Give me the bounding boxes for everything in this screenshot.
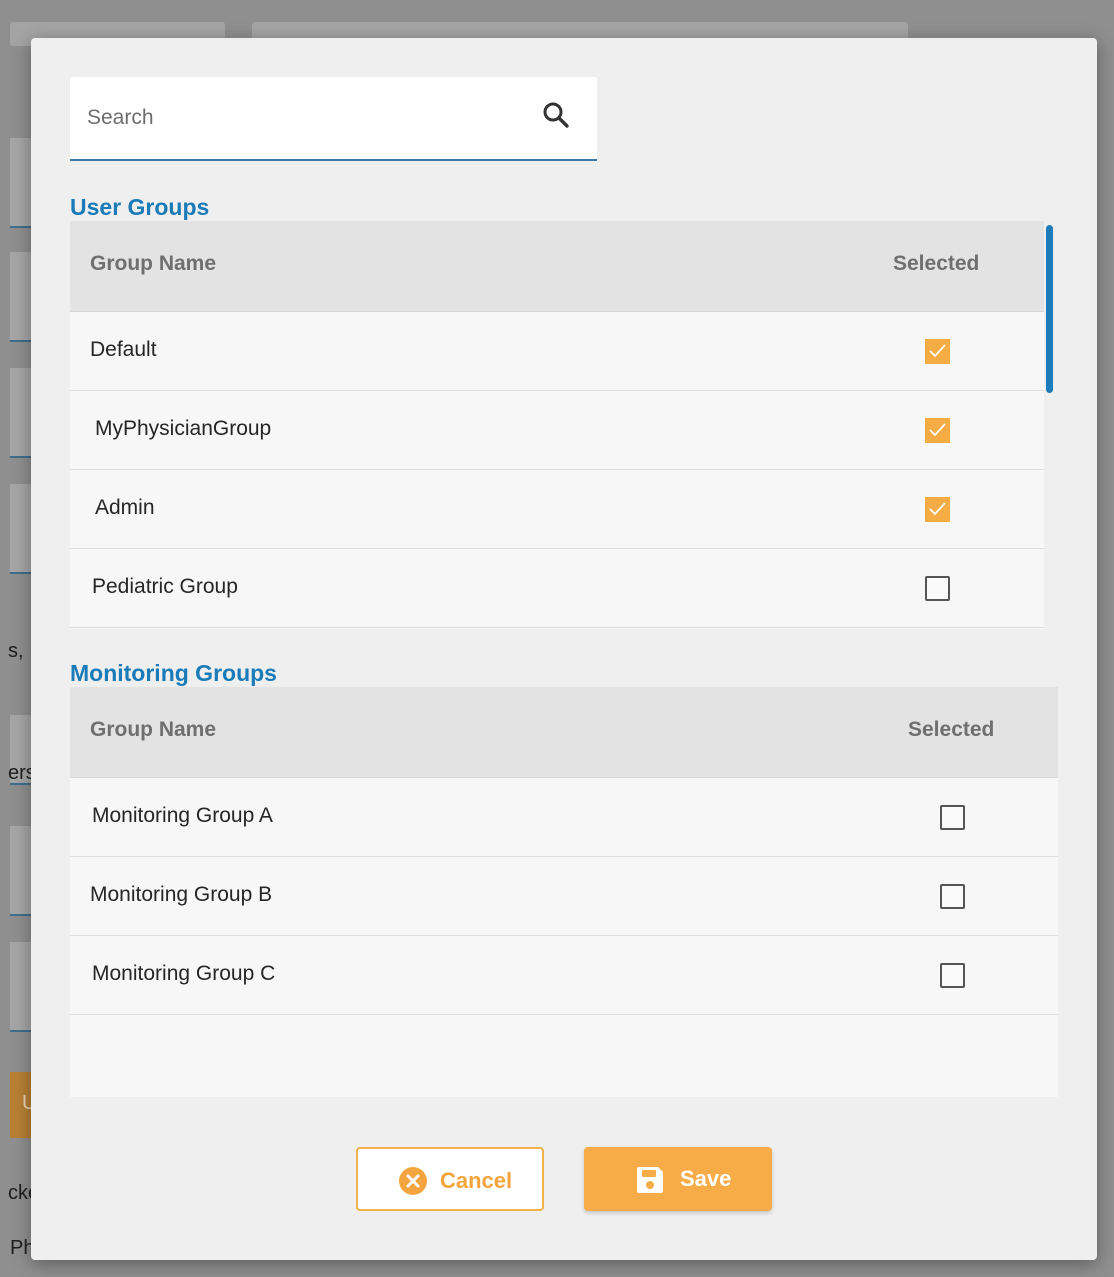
table-header: Group Name Selected: [70, 221, 1044, 312]
background-field: [10, 138, 32, 228]
background-field: [10, 368, 32, 458]
group-name: Admin: [95, 496, 155, 519]
checkmark-icon: [929, 423, 946, 437]
selected-checkbox[interactable]: [940, 963, 965, 988]
selected-checkbox[interactable]: [940, 805, 965, 830]
monitoring-groups-table: Group Name Selected Monitoring Group A M…: [70, 687, 1058, 1097]
group-name: Monitoring Group C: [92, 962, 276, 985]
background-field: [10, 252, 32, 342]
table-row: MyPhysicianGroup: [70, 391, 1044, 470]
group-name: Monitoring Group B: [90, 883, 273, 906]
selected-checkbox[interactable]: [925, 497, 950, 522]
group-name: MyPhysicianGroup: [95, 417, 272, 440]
column-header-group-name: Group Name: [90, 252, 217, 275]
table-row: Monitoring Group A: [70, 778, 1058, 857]
selected-checkbox[interactable]: [925, 418, 950, 443]
save-button-label: Save: [680, 1166, 732, 1191]
group-name: Pediatric Group: [92, 575, 238, 598]
user-groups-scrollbar[interactable]: [1046, 225, 1053, 393]
user-groups-table: Group Name Selected Default MyPhysicianG…: [70, 221, 1044, 629]
checkmark-icon: [929, 344, 946, 358]
background-field: [10, 484, 32, 574]
table-row: Monitoring Group B: [70, 857, 1058, 936]
cancel-circle-icon: [399, 1167, 427, 1195]
save-button[interactable]: Save: [584, 1147, 772, 1211]
selected-checkbox[interactable]: [940, 884, 965, 909]
column-header-group-name: Group Name: [90, 718, 217, 741]
table-row: Admin: [70, 470, 1044, 549]
table-header: Group Name Selected: [70, 687, 1058, 778]
cancel-button-label: Cancel: [440, 1168, 513, 1193]
checkmark-icon: [929, 502, 946, 516]
floppy-disk-icon: [637, 1167, 663, 1193]
background-field: [10, 826, 32, 916]
column-header-selected: Selected: [893, 252, 980, 275]
search-input[interactable]: [87, 101, 527, 135]
cancel-button[interactable]: Cancel: [356, 1147, 544, 1211]
selected-checkbox[interactable]: [925, 576, 950, 601]
search-icon[interactable]: [540, 100, 572, 132]
search-box: [70, 77, 597, 161]
table-row: Monitoring Group C: [70, 936, 1058, 1015]
column-header-selected: Selected: [908, 718, 995, 741]
selected-checkbox[interactable]: [925, 339, 950, 364]
monitoring-groups-title: Monitoring Groups: [70, 660, 277, 686]
table-row: Pediatric Group: [70, 549, 1044, 628]
background-field: [10, 942, 32, 1032]
table-row: Default: [70, 312, 1044, 391]
group-selection-dialog: User Groups Group Name Selected Default …: [31, 38, 1097, 1260]
group-name: Monitoring Group A: [92, 804, 273, 827]
group-name: Default: [90, 338, 157, 361]
user-groups-title: User Groups: [70, 194, 210, 220]
